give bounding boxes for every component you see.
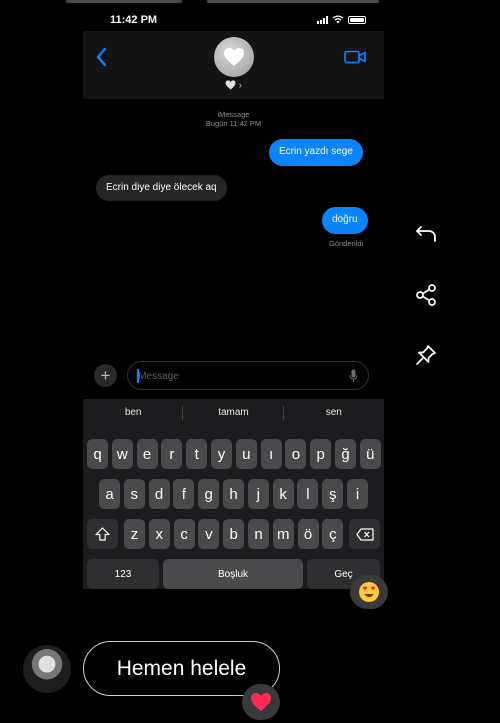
white-heart-icon bbox=[224, 48, 244, 66]
backspace-icon bbox=[355, 527, 374, 541]
red-heart-emoji-icon bbox=[251, 693, 271, 711]
key[interactable]: u bbox=[235, 439, 257, 469]
key[interactable]: o bbox=[285, 439, 307, 469]
contact-avatar[interactable] bbox=[214, 37, 254, 77]
key[interactable]: ö bbox=[297, 519, 319, 549]
key[interactable]: e bbox=[136, 439, 158, 469]
key[interactable]: p bbox=[310, 439, 332, 469]
message-bubble-received: Ecrin diye diye ölecek aq bbox=[96, 175, 227, 201]
heart-eyes-emoji-icon bbox=[359, 582, 379, 602]
story-progress-segment bbox=[66, 0, 182, 3]
contact-name[interactable]: 🤍 › bbox=[83, 80, 384, 91]
key[interactable]: q bbox=[87, 439, 108, 469]
key[interactable]: t bbox=[186, 439, 208, 469]
pin-icon[interactable] bbox=[414, 343, 438, 367]
reply-icon[interactable] bbox=[414, 222, 438, 246]
status-time: 11:42 PM bbox=[110, 14, 158, 26]
service-label: iMessage bbox=[217, 110, 250, 119]
key[interactable]: z bbox=[124, 519, 145, 549]
signal-icon bbox=[317, 15, 328, 24]
video-call-icon[interactable] bbox=[344, 50, 366, 64]
space-key[interactable]: Boşluk bbox=[163, 559, 303, 589]
thread-timestamp: Bugün 11:42 PM bbox=[205, 119, 262, 128]
key[interactable]: n bbox=[248, 519, 269, 549]
key[interactable]: f bbox=[173, 479, 195, 509]
backspace-key[interactable] bbox=[349, 519, 380, 549]
key[interactable]: i bbox=[347, 479, 368, 509]
story-progress-segment bbox=[207, 0, 379, 3]
numbers-key[interactable]: 123 bbox=[87, 559, 159, 589]
message-bubble-sent: Ecrin yazdı sege bbox=[269, 139, 363, 166]
key[interactable]: ş bbox=[322, 479, 344, 509]
key[interactable]: a bbox=[99, 479, 120, 509]
key[interactable]: ı bbox=[260, 439, 282, 469]
suggestion-item[interactable]: sen bbox=[284, 399, 384, 427]
battery-icon bbox=[348, 15, 366, 24]
key[interactable]: ğ bbox=[335, 439, 356, 469]
message-bubble-sent: doğru bbox=[322, 207, 368, 234]
suggestion-bar: ben tamam sen bbox=[83, 399, 384, 427]
key[interactable]: x bbox=[148, 519, 170, 549]
key[interactable]: s bbox=[123, 479, 145, 509]
keyboard: ben tamam sen q w e r t y u ı o p ğ ü a … bbox=[83, 399, 384, 589]
imessage-screenshot: 11:42 PM 🤍 › iMessage Bugün 11:42 PM Ecr… bbox=[83, 9, 384, 589]
reply-reaction-badge bbox=[242, 684, 280, 720]
key[interactable]: r bbox=[161, 439, 183, 469]
key[interactable]: ç bbox=[322, 519, 344, 549]
message-input[interactable] bbox=[136, 369, 336, 384]
key[interactable]: k bbox=[272, 479, 294, 509]
key-row-4: 123 Boşluk Geç bbox=[83, 559, 384, 589]
share-icon[interactable] bbox=[414, 283, 438, 307]
thread-meta: iMessage Bugün 11:42 PM bbox=[83, 110, 384, 128]
back-chevron-icon[interactable] bbox=[95, 46, 109, 68]
status-icons bbox=[317, 15, 366, 24]
key[interactable]: w bbox=[111, 439, 133, 469]
delivery-status: Gönderildi bbox=[329, 239, 364, 248]
key-row-2: a s d f g h j k l ş i bbox=[83, 479, 384, 509]
key[interactable]: l bbox=[297, 479, 319, 509]
message-composer bbox=[127, 361, 369, 390]
key[interactable]: j bbox=[247, 479, 269, 509]
key-row-1: q w e r t y u ı o p ğ ü bbox=[83, 439, 384, 469]
key[interactable]: v bbox=[198, 519, 220, 549]
key[interactable]: g bbox=[198, 479, 220, 509]
status-bar: 11:42 PM bbox=[83, 9, 384, 31]
key[interactable]: b bbox=[223, 519, 245, 549]
microphone-icon[interactable] bbox=[349, 369, 358, 383]
wifi-icon bbox=[332, 15, 344, 24]
key[interactable]: c bbox=[173, 519, 195, 549]
shift-key[interactable] bbox=[87, 519, 118, 549]
shift-arrow-icon bbox=[95, 527, 110, 541]
key[interactable]: y bbox=[211, 439, 232, 469]
sender-avatar[interactable] bbox=[23, 645, 71, 693]
key[interactable]: h bbox=[223, 479, 244, 509]
plus-button[interactable]: + bbox=[94, 364, 117, 387]
story-reaction-badge bbox=[350, 575, 388, 609]
key[interactable]: ü bbox=[359, 439, 381, 469]
conversation-header: 🤍 › bbox=[83, 31, 384, 99]
key[interactable]: m bbox=[272, 519, 294, 549]
suggestion-item[interactable]: ben bbox=[83, 399, 184, 427]
suggestion-item[interactable]: tamam bbox=[183, 399, 284, 427]
key[interactable]: d bbox=[148, 479, 170, 509]
key-row-3: z x c v b n m ö ç bbox=[83, 519, 384, 549]
